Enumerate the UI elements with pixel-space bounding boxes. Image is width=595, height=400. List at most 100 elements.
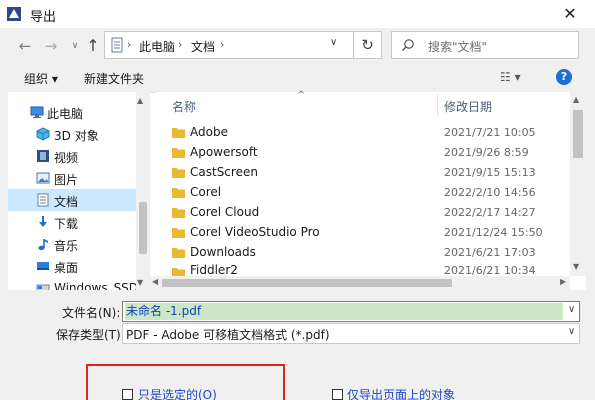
window-title: 导出 xyxy=(30,10,57,25)
folder-icon xyxy=(172,168,185,178)
scroll-right-icon[interactable]: ▶ xyxy=(560,277,566,286)
column-divider[interactable] xyxy=(437,94,438,116)
selected-only-checkbox[interactable] xyxy=(122,389,133,400)
file-row[interactable]: Corel Cloud 2022/2/17 14:27 xyxy=(156,203,570,223)
folder-icon xyxy=(172,268,185,276)
folder-icon xyxy=(172,128,185,138)
scroll-left-icon[interactable]: ◀ xyxy=(152,277,158,286)
refresh-button[interactable]: ↻ xyxy=(354,31,382,59)
folder-icon xyxy=(172,188,185,198)
file-name: Fiddler2 xyxy=(190,263,238,276)
tree-scroll-down-icon[interactable]: ▼ xyxy=(137,278,143,287)
file-date: 2021/6/21 17:03 xyxy=(444,246,536,259)
app-icon xyxy=(7,7,21,21)
file-name: Downloads xyxy=(190,245,256,259)
file-name-value[interactable]: 未命名 -1.pdf xyxy=(125,303,563,320)
file-date: 2021/12/24 15:50 xyxy=(444,226,543,239)
selected-only-label[interactable]: 只是选定的(O) xyxy=(138,386,217,400)
file-list-horizontal-scroll-thumb[interactable] xyxy=(162,279,452,287)
export-page-objects-checkbox[interactable] xyxy=(332,389,343,400)
column-header-name[interactable]: 名称 xyxy=(172,98,196,115)
tree-item-videos[interactable]: 视频 xyxy=(8,145,142,167)
tree-item-downloads[interactable]: 下载 xyxy=(8,211,142,233)
tree-item-label: 文档 xyxy=(54,195,79,209)
breadcrumb-separator-icon[interactable]: › xyxy=(178,38,182,51)
tree-item-label: 图片 xyxy=(54,173,79,187)
scroll-down-icon[interactable]: ▼ xyxy=(573,262,579,271)
file-row[interactable]: Apowersoft 2021/9/26 8:59 xyxy=(156,143,570,163)
export-page-objects-label[interactable]: 仅导出页面上的对象 xyxy=(347,386,455,400)
tree-scroll-up-icon[interactable]: ▲ xyxy=(137,96,143,105)
tree-item-label: 下载 xyxy=(54,217,79,231)
forward-button[interactable]: → xyxy=(40,35,62,57)
file-type-value[interactable]: PDF - Adobe 可移植文档格式 (*.pdf) xyxy=(126,326,330,343)
tree-item-this-pc[interactable]: 此电脑 xyxy=(8,101,142,123)
file-row[interactable]: Downloads 2021/6/21 17:03 xyxy=(156,243,570,263)
picture-icon xyxy=(36,172,50,184)
folder-icon xyxy=(172,148,185,158)
tree-item-music[interactable]: 音乐 xyxy=(8,233,142,255)
tree-item-pictures[interactable]: 图片 xyxy=(8,167,142,189)
title-bar xyxy=(0,0,595,28)
tree-item-desktop[interactable]: 桌面 xyxy=(8,255,142,277)
breadcrumb-separator-icon[interactable]: › xyxy=(220,38,224,51)
file-date: 2022/2/17 14:27 xyxy=(444,206,536,219)
file-row[interactable]: Corel 2022/2/10 14:56 xyxy=(156,183,570,203)
breadcrumb-this-pc[interactable]: 此电脑 xyxy=(139,38,175,55)
view-options-button[interactable]: ☷ ▾ xyxy=(500,70,534,84)
file-name: Corel Cloud xyxy=(190,205,260,219)
document-folder-icon xyxy=(111,37,123,53)
file-name: Adobe xyxy=(190,125,228,139)
chevron-down-icon[interactable]: ∨ xyxy=(568,326,575,337)
tree-scrollbar[interactable] xyxy=(136,92,150,290)
scroll-up-icon[interactable]: ▲ xyxy=(573,95,579,104)
tree-item-3d-objects[interactable]: 3D 对象 xyxy=(8,123,142,145)
cube-icon xyxy=(36,127,50,141)
file-type-label: 保存类型(T): xyxy=(56,328,125,342)
tree-item-label: 音乐 xyxy=(54,239,79,253)
file-row[interactable]: Corel VideoStudio Pro 2021/12/24 15:50 xyxy=(156,223,570,243)
file-name: Corel xyxy=(190,185,222,199)
drive-icon xyxy=(36,284,50,290)
back-button[interactable]: ← xyxy=(14,35,36,57)
file-date: 2021/9/15 15:13 xyxy=(444,166,536,179)
file-date: 2021/7/21 10:05 xyxy=(444,126,536,139)
tree-item-windows-ssd[interactable]: Windows_SSD (C xyxy=(8,277,150,290)
address-dropdown-icon[interactable]: ∨ xyxy=(330,37,337,48)
computer-icon xyxy=(30,106,44,118)
chevron-down-icon[interactable]: ∨ xyxy=(568,304,575,315)
tree-item-documents[interactable]: 文档 xyxy=(8,189,142,211)
breadcrumb-documents[interactable]: 文档 xyxy=(191,38,215,55)
tree-item-label: 视频 xyxy=(54,151,79,165)
music-icon xyxy=(38,239,48,251)
organize-button[interactable]: 组织 ▾ xyxy=(24,70,58,87)
file-row[interactable]: Adobe 2021/7/21 10:05 xyxy=(156,123,570,143)
file-row[interactable]: Fiddler2 2021/6/21 10:34 xyxy=(156,263,570,276)
tree-item-label: 3D 对象 xyxy=(54,129,99,143)
file-name: Apowersoft xyxy=(190,145,258,159)
file-name: CastScreen xyxy=(190,165,258,179)
folder-icon xyxy=(172,228,185,238)
new-folder-button[interactable]: 新建文件夹 xyxy=(84,70,144,87)
tree-item-label: 此电脑 xyxy=(47,107,84,121)
tree-scroll-thumb[interactable] xyxy=(139,202,147,254)
file-list-vertical-scroll-thumb[interactable] xyxy=(573,110,583,158)
tree-item-label: 桌面 xyxy=(54,261,79,275)
file-name: Corel VideoStudio Pro xyxy=(190,225,320,239)
film-icon xyxy=(37,150,49,162)
up-folder-button[interactable]: ↑ xyxy=(82,35,104,57)
folder-icon xyxy=(172,208,185,218)
column-header-date-modified[interactable]: 修改日期 xyxy=(444,98,492,115)
folder-icon xyxy=(172,248,185,258)
sort-ascending-icon: ^ xyxy=(297,90,306,101)
breadcrumb-separator-icon[interactable]: › xyxy=(127,38,131,51)
navigation-tree: 此电脑 3D 对象 视频 图片 文档 下载 音乐 桌面 Windows_SSD … xyxy=(8,92,150,290)
file-name-label: 文件名(N): xyxy=(62,306,121,320)
desktop-icon xyxy=(37,262,49,270)
file-row[interactable]: CastScreen 2021/9/15 15:13 xyxy=(156,163,570,183)
file-date: 2021/6/21 10:34 xyxy=(444,264,536,276)
help-button[interactable]: ? xyxy=(556,69,572,85)
search-placeholder: 搜索"文档" xyxy=(428,40,488,54)
download-icon xyxy=(39,216,47,227)
close-button[interactable]: ✕ xyxy=(558,4,582,24)
